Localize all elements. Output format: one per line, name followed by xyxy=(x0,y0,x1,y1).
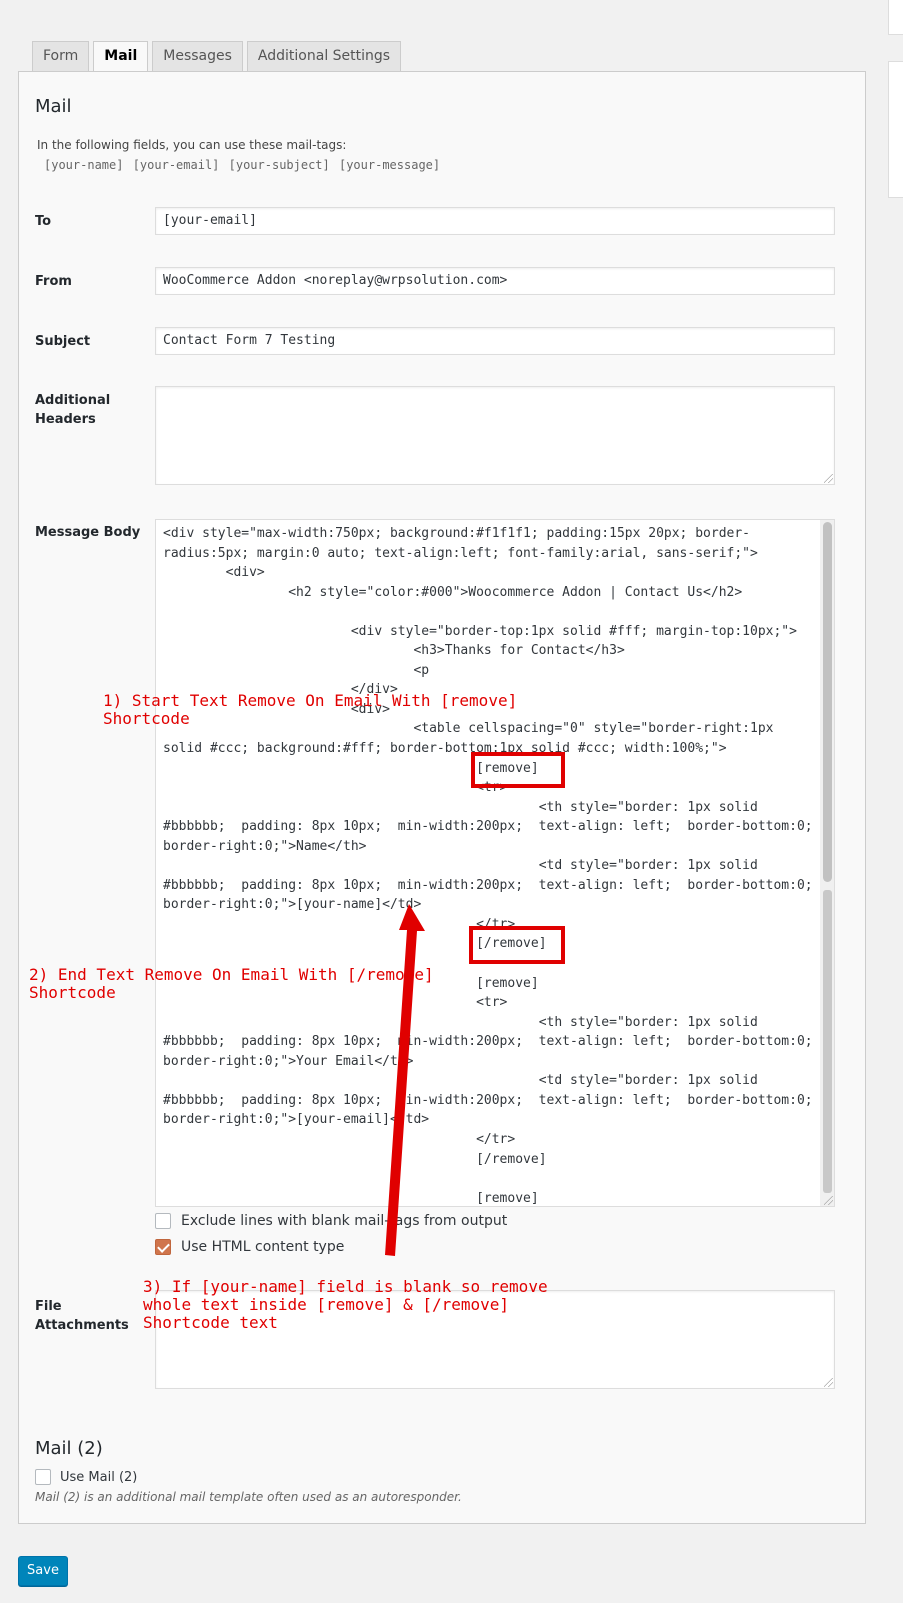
annotation-arrow xyxy=(385,904,425,1256)
annotation-end-remove: 2) End Text Remove On Email With [/remov… xyxy=(29,965,434,1002)
arrow-shape xyxy=(385,904,425,1256)
annotation-blank-field: 3) If [your-name] field is blank so remo… xyxy=(143,1277,548,1332)
annotation-start-remove: 1) Start Text Remove On Email With [remo… xyxy=(103,691,518,728)
